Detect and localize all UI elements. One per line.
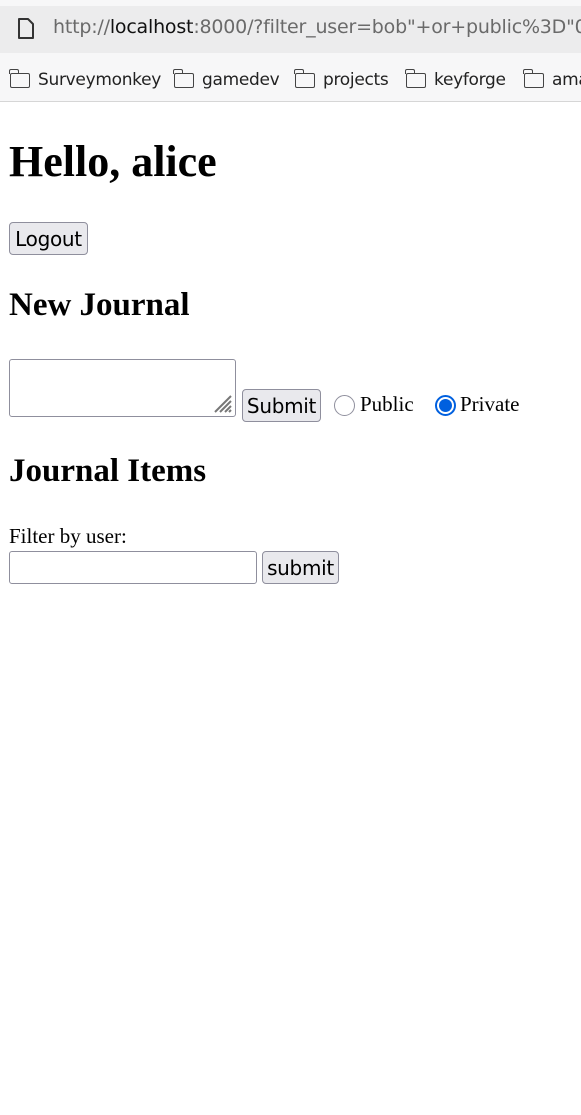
- greeting-heading: Hello, alice: [9, 137, 217, 186]
- bookmark-surveymonkey[interactable]: Surveymonkey: [9, 68, 162, 92]
- private-radio[interactable]: [435, 395, 456, 416]
- page-icon: [18, 18, 34, 39]
- resize-handle-icon[interactable]: [211, 392, 233, 414]
- bookmark-label: ama: [552, 70, 581, 90]
- private-label: Private: [460, 392, 520, 416]
- logout-button[interactable]: Logout: [9, 222, 88, 255]
- bookmark-ama[interactable]: ama: [523, 68, 581, 92]
- bookmark-label: gamedev: [202, 70, 280, 90]
- folder-icon: [405, 68, 426, 88]
- journal-items-heading: Journal Items: [9, 453, 207, 489]
- folder-icon: [523, 68, 544, 88]
- url-host: localhost: [109, 16, 194, 38]
- new-journal-heading: New Journal: [9, 287, 190, 323]
- folder-icon: [9, 68, 30, 88]
- filter-user-input[interactable]: [9, 551, 257, 584]
- bookmark-label: keyforge: [434, 70, 506, 90]
- public-label: Public: [360, 392, 414, 416]
- radio-selected-dot: [439, 399, 452, 412]
- bookmark-label: Surveymonkey: [38, 70, 162, 90]
- journal-textarea[interactable]: [9, 359, 236, 417]
- url-path: :8000/?filter_user=bob"+or+public%3D"0: [193, 16, 581, 38]
- bookmark-keyforge[interactable]: keyforge: [405, 68, 506, 92]
- url-scheme: http://: [53, 16, 110, 38]
- bookmark-label: projects: [323, 70, 389, 90]
- bookmark-gamedev[interactable]: gamedev: [173, 68, 280, 92]
- folder-icon: [173, 68, 194, 88]
- url-text[interactable]: http://localhost:8000/?filter_user=bob"+…: [53, 16, 581, 38]
- public-radio[interactable]: [334, 395, 355, 416]
- filter-label: Filter by user:: [9, 524, 127, 548]
- submit-journal-button[interactable]: Submit: [242, 389, 321, 422]
- folder-icon: [294, 68, 315, 88]
- filter-submit-button[interactable]: submit: [262, 551, 339, 584]
- bookmark-projects[interactable]: projects: [294, 68, 389, 92]
